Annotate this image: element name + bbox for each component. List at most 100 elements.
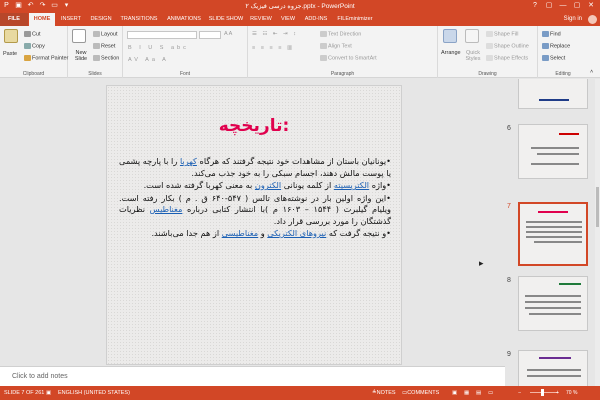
sign-in-link[interactable]: Sign in bbox=[564, 13, 582, 26]
shape-effects-button[interactable]: Shape Effects bbox=[486, 55, 528, 61]
hyperlink[interactable]: کهربا bbox=[180, 156, 197, 166]
save-icon[interactable]: ▣ bbox=[14, 1, 23, 11]
convert-smartart-button[interactable]: Convert to SmartArt bbox=[320, 55, 377, 61]
avatar[interactable] bbox=[588, 15, 597, 24]
spellcheck-icon[interactable]: ▣ bbox=[46, 386, 51, 400]
paste-button[interactable]: Paste bbox=[3, 51, 17, 57]
reset-button[interactable]: Reset bbox=[93, 43, 115, 49]
maximize-button[interactable]: ▢ bbox=[570, 0, 584, 12]
ribbon-tabs: FILE HOME INSERT DESIGN TRANSITIONS ANIM… bbox=[0, 13, 600, 26]
slide-editor[interactable]: تاریخچه: •یونانیان باستان از مشاهدات خود… bbox=[106, 79, 505, 366]
thumbnail-slide-8[interactable] bbox=[518, 276, 588, 331]
scrollbar-thumb[interactable] bbox=[596, 187, 599, 227]
format-painter-button[interactable]: Format Painter bbox=[24, 55, 68, 61]
hyperlink[interactable]: نیروهای الکتریکی bbox=[267, 228, 326, 238]
language-indicator[interactable]: ENGLISH (UNITED STATES) bbox=[58, 386, 130, 400]
find-button[interactable]: Find bbox=[542, 31, 561, 37]
shape-outline-button[interactable]: Shape Outline bbox=[486, 43, 529, 49]
font-size-buttons[interactable]: A A bbox=[224, 31, 232, 37]
tab-fileminimizer[interactable]: FILEminimizer bbox=[333, 13, 377, 26]
slide-paragraph[interactable]: •و نتیجه گرفت که نیروهای الکتریکی و مغنا… bbox=[119, 228, 391, 240]
arrange-button[interactable]: Arrange bbox=[441, 50, 461, 56]
reading-view-icon[interactable]: ▤ bbox=[476, 386, 481, 400]
zoom-slider-thumb[interactable] bbox=[541, 389, 544, 396]
paragraph-text: به معنی کهربا گرفته شده است. bbox=[143, 180, 255, 190]
quick-styles-button[interactable]: Quick Styles bbox=[462, 50, 484, 62]
tab-design[interactable]: DESIGN bbox=[87, 13, 115, 26]
align-text-button[interactable]: Align Text bbox=[320, 43, 352, 49]
zoom-level[interactable]: 70 % bbox=[566, 386, 577, 400]
customize-qat-icon[interactable]: ▾ bbox=[62, 1, 71, 11]
notes-toggle-button[interactable]: ≜ NOTES bbox=[372, 386, 396, 400]
hyperlink[interactable]: مغناطیسی bbox=[222, 228, 258, 238]
font-size-box[interactable] bbox=[199, 31, 221, 39]
tab-add-ins[interactable]: ADD-INS bbox=[301, 13, 331, 26]
zoom-in-button[interactable]: + bbox=[556, 386, 559, 400]
tab-insert[interactable]: INSERT bbox=[57, 13, 85, 26]
undo-icon[interactable]: ↶ bbox=[26, 1, 35, 11]
zoom-out-button[interactable]: − bbox=[518, 386, 521, 400]
section-button[interactable]: Section bbox=[93, 55, 119, 61]
tab-file[interactable]: FILE bbox=[0, 13, 28, 26]
thumb-number-current: 7 bbox=[507, 203, 511, 210]
close-button[interactable]: ✕ bbox=[584, 0, 598, 12]
tab-view[interactable]: VIEW bbox=[277, 13, 299, 26]
hyperlink[interactable]: الکتریسیته bbox=[334, 180, 369, 190]
thumbnail-slide-5[interactable] bbox=[518, 79, 588, 109]
thumbnail-slide-9[interactable] bbox=[518, 350, 588, 386]
list-buttons[interactable]: ☰ ☷ ⇤ ⇥ ↕ bbox=[252, 31, 298, 37]
thumbnail-slide-6[interactable] bbox=[518, 124, 588, 179]
font-color-buttons[interactable]: AV Aa A bbox=[128, 57, 169, 63]
select-button[interactable]: Select bbox=[542, 55, 565, 61]
align-text-icon bbox=[320, 43, 327, 49]
normal-view-icon[interactable]: ▣ bbox=[452, 386, 457, 400]
slide-thumbnails-pane[interactable]: 5 6 7 8 9 bbox=[505, 79, 600, 386]
slide-paragraph[interactable]: •یونانیان باستان از مشاهدات خود نتیجه گر… bbox=[119, 156, 391, 179]
smartart-icon bbox=[320, 55, 327, 61]
tab-animations[interactable]: ANIMATIONS bbox=[163, 13, 205, 26]
redo-icon[interactable]: ↷ bbox=[38, 1, 47, 11]
thumb-number: 8 bbox=[507, 277, 511, 284]
zoom-slider-track[interactable] bbox=[530, 392, 558, 393]
tab-slide-show[interactable]: SLIDE SHOW bbox=[207, 13, 245, 26]
ribbon-display-icon[interactable]: ▢ bbox=[542, 0, 556, 12]
slide-paragraph[interactable]: •این واژه اولین بار در نوشته‌های تالس ( … bbox=[119, 193, 391, 228]
text-direction-button[interactable]: Text Direction bbox=[320, 31, 361, 37]
paragraph-group-label: Paragraph bbox=[330, 71, 355, 77]
tab-transitions[interactable]: TRANSITIONS bbox=[117, 13, 161, 26]
notes-placeholder[interactable]: Click to add notes bbox=[12, 373, 68, 380]
quick-access-toolbar: P ▣ ↶ ↷ ▭ ▾ bbox=[2, 1, 71, 11]
replace-button[interactable]: Replace bbox=[542, 43, 570, 49]
new-slide-button[interactable]: New Slide bbox=[70, 50, 92, 62]
left-workspace-margin bbox=[0, 79, 106, 374]
tab-review[interactable]: REVIEW bbox=[247, 13, 275, 26]
alignment-buttons[interactable]: ≡ ≡ ≡ ≡ ▥ bbox=[252, 45, 294, 51]
thumbnails-scrollbar[interactable] bbox=[595, 79, 600, 386]
hyperlink[interactable]: مغناطیس bbox=[150, 204, 183, 214]
copy-button[interactable]: Copy bbox=[24, 43, 45, 49]
slide-title[interactable]: تاریخچه: bbox=[107, 116, 401, 136]
thumb-line bbox=[526, 221, 582, 223]
start-slideshow-icon[interactable]: ▭ bbox=[50, 1, 59, 11]
cut-button[interactable]: Cut bbox=[24, 31, 41, 37]
font-name-box[interactable] bbox=[127, 31, 197, 39]
arrange-icon bbox=[443, 29, 457, 43]
minimize-button[interactable]: — bbox=[556, 0, 570, 12]
shape-effects-label: Shape Effects bbox=[494, 55, 529, 62]
tab-home[interactable]: HOME bbox=[29, 13, 55, 26]
current-slide[interactable]: تاریخچه: •یونانیان باستان از مشاهدات خود… bbox=[106, 85, 402, 365]
hyperlink[interactable]: الکترون bbox=[255, 180, 281, 190]
slide-body-text[interactable]: •یونانیان باستان از مشاهدات خود نتیجه گر… bbox=[119, 156, 391, 241]
help-icon[interactable]: ? bbox=[528, 0, 542, 12]
thumbnail-slide-7[interactable] bbox=[518, 202, 588, 266]
notes-pane[interactable]: Click to add notes bbox=[0, 366, 505, 386]
slide-sorter-icon[interactable]: ▦ bbox=[464, 386, 469, 400]
slideshow-view-icon[interactable]: ▭ bbox=[488, 386, 493, 400]
comments-toggle-button[interactable]: ▭ COMMENTS bbox=[402, 386, 439, 400]
thumb-line bbox=[525, 295, 581, 297]
font-format-buttons[interactable]: B I U S abc bbox=[128, 45, 189, 51]
slide-paragraph[interactable]: •واژه الکتریسیته از کلمه یونانی الکترون … bbox=[119, 180, 391, 192]
layout-button[interactable]: Layout bbox=[93, 31, 118, 37]
shape-fill-button[interactable]: Shape Fill bbox=[486, 31, 518, 37]
collapse-ribbon-icon[interactable]: ˄ bbox=[590, 69, 593, 75]
